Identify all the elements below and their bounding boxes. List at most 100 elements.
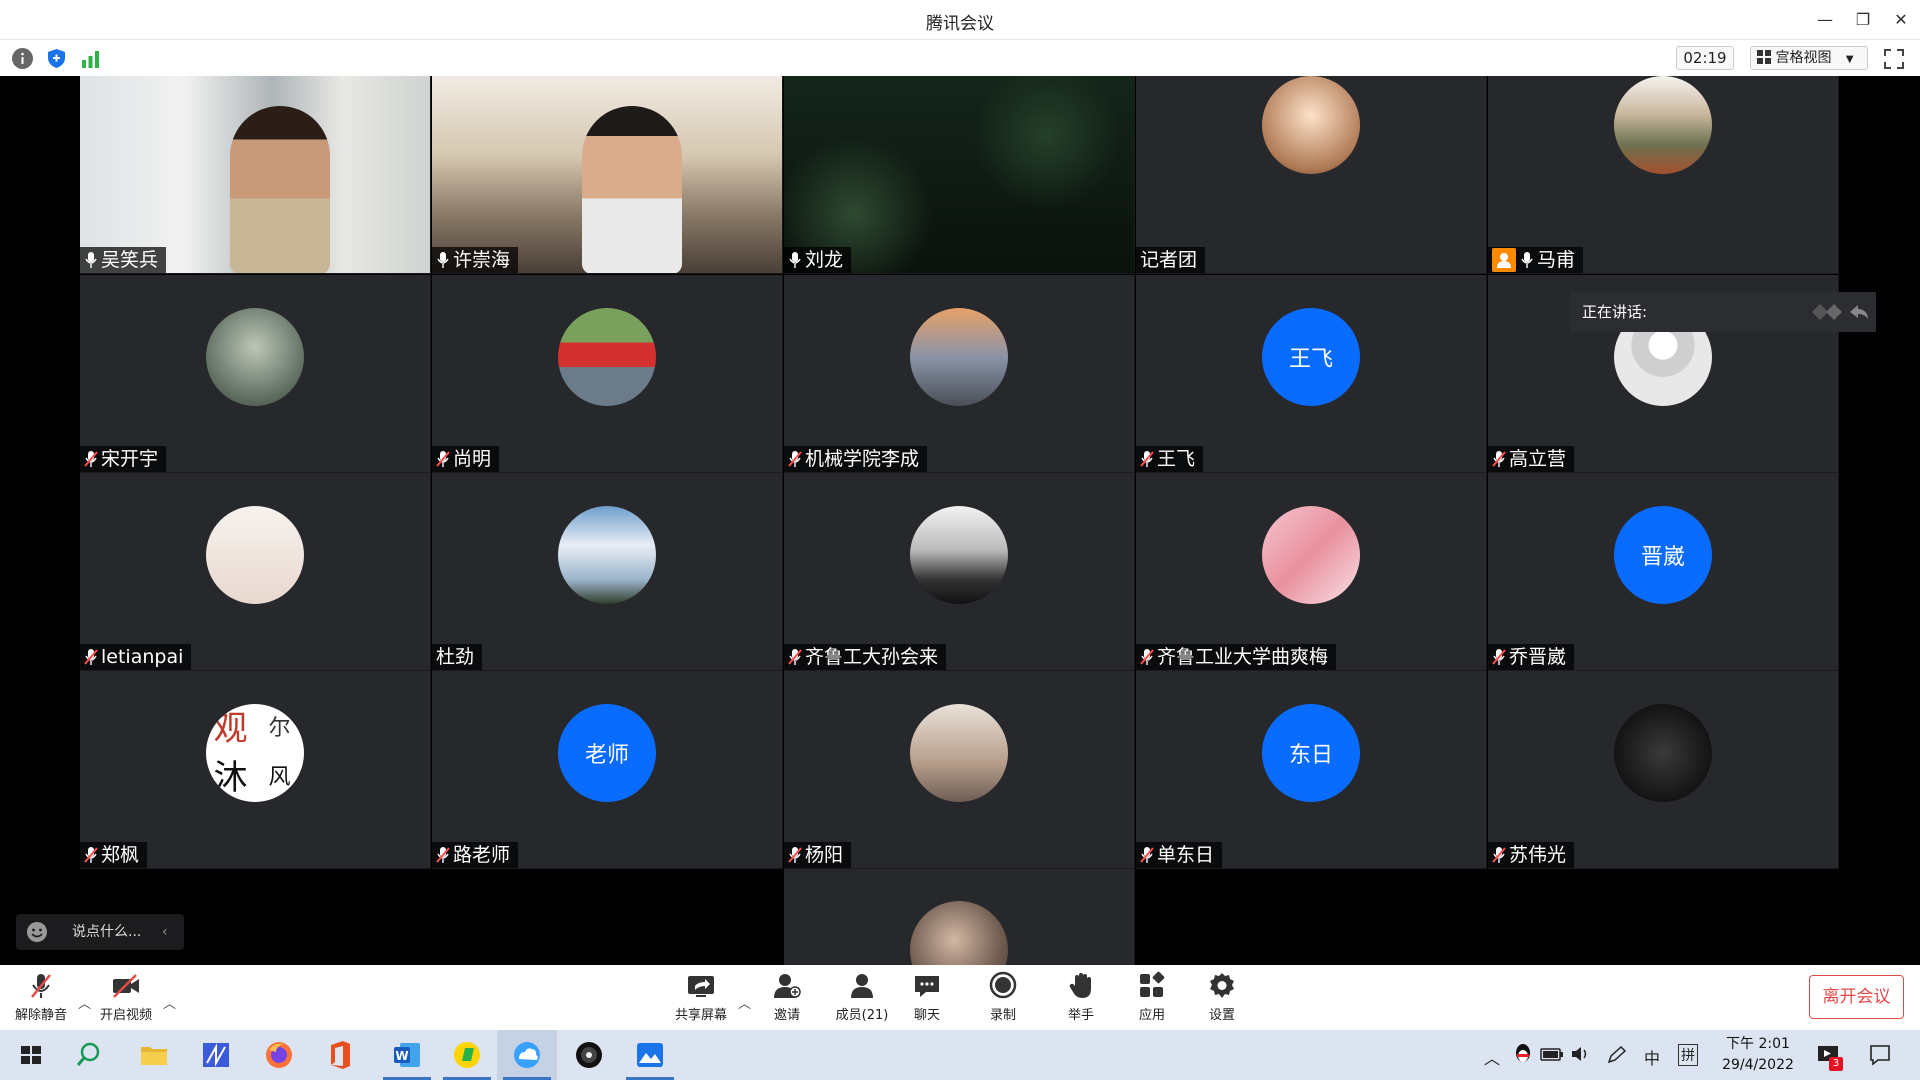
action-center-icon[interactable] [1868,1043,1892,1067]
restore-button[interactable]: ❐ [1848,6,1878,34]
participant-tile[interactable]: 记者团 [1136,76,1487,274]
mic-muted-icon [1492,847,1506,863]
participant-tile[interactable]: 杨阳 [784,671,1135,869]
members-button[interactable]: 成员(21) [822,971,902,1025]
grid-icon [1757,50,1771,64]
media-app-icon[interactable] [572,1038,606,1072]
participant-tile[interactable]: 杜劲 [432,473,783,671]
chevron-up-icon[interactable]: ︿ [738,993,751,1012]
avatar [910,901,1008,965]
record-button[interactable]: 录制 [968,971,1038,1025]
info-icon[interactable] [12,48,33,69]
svg-text:W: W [395,1049,408,1063]
avatar-initials: 王飞 [1262,308,1360,406]
invite-button[interactable]: 邀请 [752,971,822,1025]
participant-tile[interactable]: 齐鲁工大孙会来 [784,473,1135,671]
tencent-meeting-icon[interactable] [510,1038,544,1072]
minimize-button[interactable]: — [1810,6,1840,34]
participant-name-bar: 齐鲁工业大学曲爽梅 [1136,644,1337,670]
volume-icon[interactable] [1570,1045,1592,1063]
unmute-button[interactable]: 解除静音 [6,971,76,1025]
participant-tile[interactable]: 尚明 [432,275,783,473]
mic-muted-icon [31,974,51,998]
pen-icon[interactable] [1606,1045,1628,1065]
participant-tile[interactable]: 王飞 王飞 [1136,275,1487,473]
participant-tile[interactable] [784,869,1135,965]
mic-icon [789,252,801,268]
raise-hand-button[interactable]: 举手 [1046,971,1116,1025]
ime-mode[interactable]: 拼 [1678,1044,1698,1066]
participant-tile[interactable]: 刘龙 [784,76,1135,274]
search-icon[interactable] [72,1038,106,1072]
windows-start-icon[interactable] [14,1038,48,1072]
chevron-left-icon[interactable]: ‹ [162,914,168,950]
mic-icon [437,252,449,268]
members-icon [851,974,873,998]
participant-name-bar: 齐鲁工大孙会来 [784,644,947,670]
photos-icon[interactable] [633,1038,667,1072]
app-icon[interactable] [199,1038,233,1072]
mic-muted-icon [788,649,802,665]
firefox-icon[interactable] [262,1038,296,1072]
participant-tile[interactable]: 晋崴 乔晋崴 [1488,473,1839,671]
share-screen-icon [688,976,714,997]
participant-tile[interactable]: 老师 路老师 [432,671,783,869]
battery-icon[interactable] [1540,1045,1564,1063]
apps-button[interactable]: 应用 [1117,971,1187,1025]
participant-tile[interactable]: letianpai [80,473,431,671]
participant-tile[interactable]: 苏伟光 [1488,671,1839,869]
person-figure [582,106,682,273]
close-button[interactable]: ✕ [1886,6,1916,34]
participant-name: 许崇海 [453,249,511,271]
share-screen-button[interactable]: 共享屏幕 [666,971,736,1025]
fullscreen-icon[interactable] [1883,48,1905,70]
signal-icon[interactable] [80,48,101,69]
participant-tile[interactable]: 齐鲁工业大学曲爽梅 [1136,473,1487,671]
window-title: 腾讯会议 [926,14,994,34]
tray-chevron-up-icon[interactable]: ︿ [1484,1045,1500,1069]
participant-name-bar: 记者团 [1136,247,1206,273]
settings-button[interactable]: 设置 [1187,971,1257,1025]
participant-tile[interactable]: 宋开宇 [80,275,431,473]
chat-input-box[interactable]: 说点什么... ‹ [16,914,184,950]
meeting-window: 腾讯会议 — ❐ ✕ 02:19 宫格视图 ▼ 吴笑兵 许崇海 刘龙 记者团 马甫 宋开宇… [0,0,1920,1080]
avatar-initials: 晋崴 [1614,506,1712,604]
taskbar-clock[interactable]: 下午 2:01 29/4/2022 [1710,1034,1806,1076]
participant-tile[interactable]: 吴笑兵 [80,76,431,274]
file-explorer-icon[interactable] [137,1038,171,1072]
participant-tile[interactable]: 东日 单东日 [1136,671,1487,869]
word-icon[interactable]: W [390,1038,424,1072]
avatar [910,308,1008,406]
chevron-up-icon[interactable]: ︿ [163,993,176,1012]
participant-tile[interactable]: 观尔沐风郑枫 [80,671,431,869]
emoji-icon[interactable] [26,921,48,943]
settings-label: 设置 [1208,1008,1235,1023]
chat-label: 聊天 [913,1008,940,1023]
view-mode-dropdown[interactable]: 宫格视图 ▼ [1750,46,1868,70]
qq-icon[interactable] [1513,1042,1533,1066]
add-user-icon [774,974,801,998]
chevron-up-icon[interactable]: ︿ [78,993,91,1012]
invite-label: 邀请 [773,1008,800,1023]
chat-button[interactable]: 聊天 [892,971,962,1025]
participant-tile[interactable]: 马甫 [1488,76,1839,274]
chevron-down-icon: ▼ [1845,54,1854,65]
participant-tile[interactable]: 许崇海 [432,76,783,274]
participant-name-bar: 高立营 [1488,446,1575,472]
start-video-button[interactable]: 开启视频 [91,971,161,1025]
participant-name-bar: 郑枫 [80,842,148,868]
shield-icon[interactable] [46,48,67,69]
mic-muted-icon [84,847,98,863]
participant-name-bar: 宋开宇 [80,446,167,472]
music-app-icon[interactable] [450,1038,484,1072]
collapse-icon[interactable] [1808,301,1870,323]
leave-meeting-button[interactable]: 离开会议 [1809,975,1904,1019]
ime-language[interactable]: 中 [1644,1045,1660,1069]
office-icon[interactable] [323,1038,357,1072]
participant-tile[interactable]: 机械学院李成 [784,275,1135,473]
gear-icon [1210,973,1234,998]
camera-off-icon [113,974,139,998]
record-icon [989,971,1017,999]
mic-muted-icon [1492,649,1506,665]
record-label: 录制 [989,1008,1016,1023]
